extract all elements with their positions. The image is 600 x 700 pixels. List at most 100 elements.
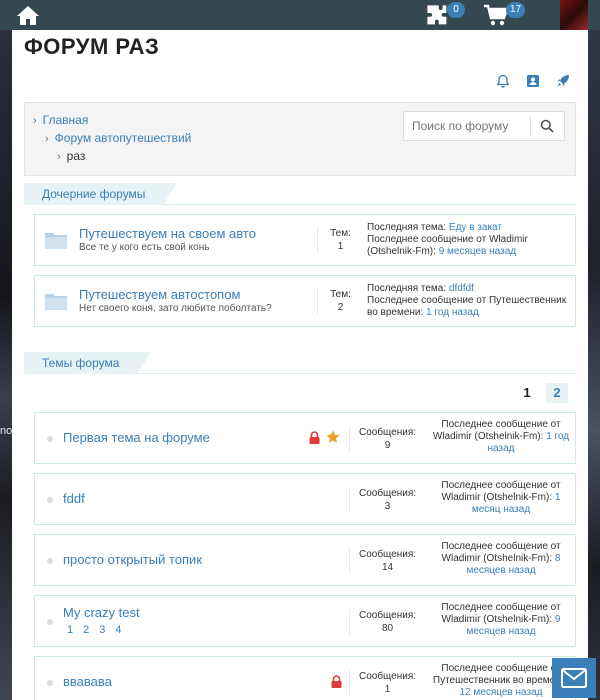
subforum-last-post: Последняя тема: Еду в закат Последнее со… [367, 222, 572, 258]
topic-message-count: Сообщения: 3 [349, 487, 425, 513]
notifications-badge: 0 [447, 2, 465, 18]
background-left [0, 30, 12, 700]
topic-status-dot [47, 619, 53, 625]
topic-page-link[interactable]: 2 [83, 624, 89, 636]
message-count-value: 9 [384, 440, 391, 451]
topic-status-dot [47, 497, 53, 503]
subforum-last-post: Последняя тема: dfdfdf Последнее сообщен… [367, 283, 572, 319]
topic-message-count: Сообщения: 80 [349, 609, 425, 635]
topic-title[interactable]: My crazy test [63, 605, 140, 620]
message-count-value: 80 [381, 623, 394, 634]
topic-last-post: Последнее сообщение от Wladimir (Otsheln… [431, 602, 571, 638]
subforum-name[interactable]: Путешествуем автостопом [79, 287, 240, 302]
last-topic-label: Последняя тема: [367, 283, 447, 294]
topic-row[interactable]: My crazy test 1 2 3 4 Сообщения: 80 Посл… [34, 595, 576, 647]
topics-header: Темы форума [24, 352, 576, 374]
subforums-header: Дочерние форумы [24, 183, 576, 205]
last-post-time[interactable]: 12 месяцев назад [460, 687, 543, 698]
chevron-right-icon: › [33, 115, 37, 127]
search-input[interactable] [404, 119, 530, 133]
last-message-time[interactable]: 9 месяцев назад [439, 246, 516, 257]
mail-icon [561, 668, 587, 688]
message-count-value: 3 [384, 501, 391, 512]
last-post-label: Последнее сообщение от Wladimir (Otsheln… [432, 419, 561, 442]
topic-count-value: 1 [337, 241, 344, 252]
chevron-right-icon: › [45, 133, 49, 145]
last-topic-link[interactable]: dfdfdf [449, 283, 474, 294]
message-count-value: 14 [381, 562, 394, 573]
chevron-right-icon: › [57, 151, 61, 163]
last-topic-link[interactable]: Еду в закат [449, 222, 502, 233]
topic-row[interactable]: ввавава Сообщения: 1 Последнее сообщение… [34, 656, 576, 700]
page-link-2[interactable]: 2 [546, 383, 568, 403]
topic-page-link[interactable]: 1 [67, 624, 73, 636]
topic-message-count: Сообщения: 1 [349, 670, 425, 696]
message-count-label: Сообщения: [358, 488, 417, 499]
lock-icon [331, 675, 342, 688]
puzzle-icon[interactable] [424, 3, 450, 27]
topic-title[interactable]: fddf [63, 491, 85, 506]
topic-row[interactable]: fddf Сообщения: 3 Последнее сообщение от… [34, 473, 576, 525]
feedback-mail-button[interactable] [552, 658, 596, 698]
topic-last-post: Последнее сообщение от Путешественник во… [431, 663, 571, 699]
topic-last-post: Последнее сообщение от Wladimir (Otsheln… [431, 480, 571, 516]
breadcrumb-home[interactable]: › Главная [33, 113, 88, 127]
subforum-row[interactable]: Путешествуем автостопом Нет своего коня,… [34, 275, 576, 327]
user-avatar[interactable] [560, 0, 588, 30]
topic-message-count: Сообщения: 14 [349, 548, 425, 574]
topic-message-count: Сообщения: 9 [349, 426, 425, 452]
topics-title: Темы форума [24, 352, 152, 374]
last-post-label: Последнее сообщение от Путешественник во… [432, 663, 570, 686]
breadcrumb-forum[interactable]: › Форум автопутешествий [45, 131, 191, 145]
topic-title[interactable]: просто открытый топик [63, 552, 202, 567]
folder-icon [45, 233, 67, 249]
folder-icon [45, 294, 67, 310]
subforum-topic-count: Тем: 2 [317, 288, 363, 314]
topic-row[interactable]: просто открытый топик Сообщения: 14 Посл… [34, 534, 576, 586]
subforum-description: Нет своего коня, зато любите поболтать? [79, 303, 272, 314]
topic-title[interactable]: Первая тема на форуме [63, 430, 210, 445]
topic-count-label: Тем: [330, 289, 351, 300]
breadcrumb: › Главная › Форум автопутешествий › раз [24, 102, 576, 176]
home-icon[interactable] [16, 4, 40, 26]
topic-title[interactable]: ввавава [63, 674, 112, 689]
lock-icon [309, 431, 320, 444]
topic-last-post: Последнее сообщение от Wladimir (Otsheln… [431, 419, 571, 455]
bell-icon[interactable] [496, 74, 510, 88]
top-bar: 0 17 [0, 0, 600, 30]
topic-count-label: Тем: [330, 228, 351, 239]
topic-status-dot [47, 558, 53, 564]
cart-icon[interactable] [483, 3, 509, 27]
last-topic-label: Последняя тема: [367, 222, 447, 233]
topic-page-link[interactable]: 4 [115, 624, 121, 636]
breadcrumb-current: › раз [57, 149, 86, 163]
forum-search [403, 111, 565, 141]
topic-status-dot [47, 680, 53, 686]
subforum-name[interactable]: Путешествуем на своем авто [79, 226, 256, 241]
pagination: 1 2 [516, 383, 568, 403]
subforum-row[interactable]: Путешествуем на своем авто Все те у кого… [34, 214, 576, 266]
subforum-description: Все те у кого есть свой конь [79, 242, 210, 253]
subforum-topic-count: Тем: 1 [317, 227, 363, 253]
rocket-icon[interactable] [556, 74, 570, 88]
page-link-1[interactable]: 1 [516, 383, 538, 403]
topic-last-post: Последнее сообщение от Wladimir (Otsheln… [431, 541, 571, 577]
main-panel: ФОРУМ РАЗ › Главная › Форум автопутешестви… [12, 30, 588, 700]
topic-pages: 1 2 3 4 [67, 624, 122, 636]
message-count-label: Сообщения: [358, 549, 417, 560]
background-left-label: no [0, 425, 13, 437]
search-icon [541, 119, 555, 133]
topic-page-link[interactable]: 3 [99, 624, 105, 636]
last-post-label: Последнее сообщение от Wladimir (Otsheln… [441, 541, 561, 564]
topic-row[interactable]: Первая тема на форуме Сообщения: 9 После… [34, 412, 576, 464]
search-button[interactable] [531, 112, 564, 140]
star-icon [326, 430, 340, 443]
last-post-label: Последнее сообщение от Wladimir (Otsheln… [441, 602, 561, 625]
last-message-time[interactable]: 1 год назад [426, 307, 479, 318]
user-card-icon[interactable] [526, 74, 540, 88]
subforums-title: Дочерние форумы [24, 183, 178, 205]
last-post-label: Последнее сообщение от Wladimir (Otsheln… [441, 480, 561, 503]
topic-status-dot [47, 436, 53, 442]
page-title: ФОРУМ РАЗ [24, 34, 160, 59]
topic-count-value: 2 [337, 302, 344, 313]
